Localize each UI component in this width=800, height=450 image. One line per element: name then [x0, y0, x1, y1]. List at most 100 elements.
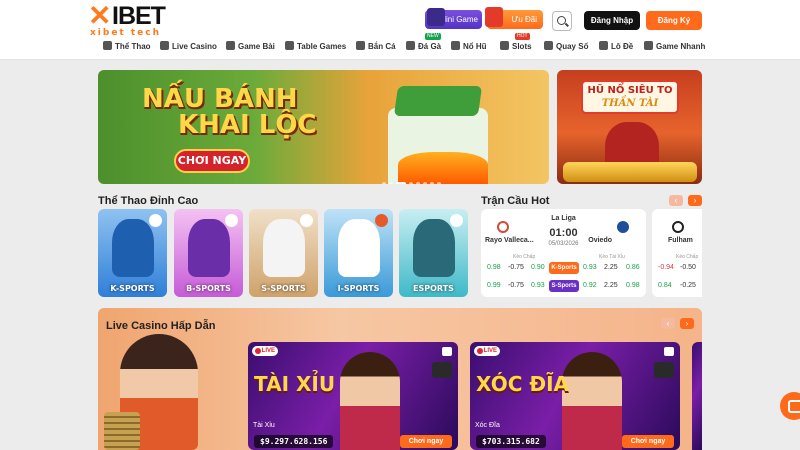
player-image [413, 219, 455, 277]
provider-icon [375, 214, 388, 227]
game-title: XÓC ĐĨA [476, 372, 570, 396]
match-card-partial[interactable]: Fulham Kèo Chấp -0.94 -0.50 0.84 -0.25 [652, 209, 702, 297]
logo-x-mark: ✕ [88, 0, 112, 31]
dealer-image [562, 352, 622, 450]
hot-matches-title: Trận Cầu Hot [481, 195, 550, 207]
game-name: Xóc Đĩa [475, 422, 500, 429]
logo-subtext: xibet tech [90, 28, 162, 38]
search-icon[interactable] [552, 11, 572, 31]
odds-value[interactable]: 0.90 [531, 264, 545, 271]
provider-logo-icon [432, 362, 452, 378]
promotions-label: Ưu Đãi [511, 15, 537, 24]
odds-value: 2.25 [604, 264, 618, 271]
side-banner-line2: THẦN TÀI [601, 98, 659, 109]
volume-icon[interactable] [442, 347, 452, 356]
match-card[interactable]: La Liga 01:00 05/03/2026 Rayo Valleca...… [481, 209, 646, 297]
odds-value: -0.25 [680, 282, 696, 289]
rooster-icon [406, 41, 415, 50]
play-now-button[interactable]: Chơi ngay [622, 435, 674, 448]
register-button[interactable]: Đăng Ký [646, 11, 702, 30]
live-indicator: LIVE [474, 346, 500, 356]
sport-card-b-sports[interactable]: B-SPORTS [174, 209, 243, 297]
sport-card-label: K-SPORTS [110, 284, 155, 293]
jackpot-amount: $9.297.628.156 [254, 435, 334, 448]
play-now-button[interactable]: Chơi ngay [400, 435, 452, 448]
nav-item-no-hu[interactable]: Nổ Hũ [451, 40, 487, 54]
handicap-header: Kèo Chấp [513, 254, 536, 260]
k-sports-provider-button[interactable]: K-Sports [549, 262, 579, 274]
game-card-tai-xiu[interactable]: LIVE TÀI XỈU Tài Xỉu $9.297.628.156 Chơi… [248, 342, 458, 450]
nav-item-da-ga[interactable]: Đá Gà [406, 40, 441, 54]
handicap-header: Kèo Chấp [676, 254, 699, 260]
side-promo-banner[interactable]: HŨ NỔ SIÊU TO THẦN TÀI [557, 70, 702, 184]
chat-support-icon[interactable] [780, 392, 800, 420]
odds-value[interactable]: 0.99 [487, 282, 501, 289]
match-league: La Liga [551, 215, 576, 222]
player-image [188, 219, 230, 277]
lotto-icon [599, 41, 608, 50]
jackpot-amount: $703.315.682 [476, 435, 546, 448]
odds-value[interactable]: 0.98 [626, 282, 640, 289]
carousel-dots[interactable] [382, 173, 444, 184]
login-button[interactable]: Đăng Nhập [584, 11, 640, 30]
casino-prev-arrow[interactable]: ‹ [661, 318, 675, 329]
sport-card-label: B-SPORTS [186, 284, 231, 293]
game-card-xoc-dia[interactable]: LIVE XÓC ĐĨA Xóc Đĩa $703.315.682 Chơi n… [470, 342, 680, 450]
nav-item-game-bai[interactable]: Game Bài [226, 40, 275, 54]
promotions-button[interactable]: Ưu Đãi [485, 7, 543, 29]
casino-icon [160, 41, 169, 50]
odds-value[interactable]: 0.92 [583, 282, 597, 289]
sport-card-k-sports[interactable]: K-SPORTS [98, 209, 167, 297]
nav-item-live-casino[interactable]: Live Casino [160, 40, 217, 54]
nav-item-ban-ca[interactable]: Bắn Cá [356, 40, 396, 54]
dealer-image [340, 352, 400, 450]
odds-value[interactable]: 0.98 [487, 264, 501, 271]
nav-item-game-nhanh[interactable]: Game Nhanh [644, 40, 705, 54]
nav-item-table-games[interactable]: Table Games [285, 40, 346, 54]
odds-value[interactable]: 0.86 [626, 264, 640, 271]
volume-icon[interactable] [664, 347, 674, 356]
sport-card-i-sports[interactable]: I-SPORTS [324, 209, 393, 297]
casino-chips-image [104, 412, 140, 450]
nav-item-the-thao[interactable]: Thể Thao [103, 40, 151, 54]
provider-icon [450, 214, 463, 227]
team-name: Fulham [668, 237, 693, 244]
table-icon [285, 41, 294, 50]
lottery-wheel-icon [544, 41, 553, 50]
gift-icon [485, 7, 503, 27]
cards-icon [226, 41, 235, 50]
mini-game-icon [427, 8, 445, 26]
nav-item-quay-so[interactable]: Quay Số [544, 40, 588, 54]
play-now-button[interactable]: CHƠI NGAY [174, 149, 250, 173]
top-header: ✕ IBET xibet tech Mini Game Ưu Đãi Đăng … [0, 0, 800, 60]
nav-item-slots[interactable]: Slots [500, 40, 532, 54]
sport-card-label: S-SPORTS [261, 284, 306, 293]
hot-badge: HOT [515, 33, 530, 40]
hot-prev-arrow[interactable]: ‹ [669, 195, 683, 206]
sport-card-s-sports[interactable]: S-SPORTS [249, 209, 318, 297]
sport-card-label: I-SPORTS [337, 284, 380, 293]
logo-text: IBET [112, 2, 166, 30]
nav-item-lo-de[interactable]: Lô Đề [599, 40, 633, 54]
soccer-icon [103, 41, 112, 50]
site-logo[interactable]: ✕ IBET xibet tech [88, 0, 178, 39]
s-sports-provider-button[interactable]: S-Sports [549, 280, 579, 292]
odds-value[interactable]: 0.93 [583, 264, 597, 271]
odds-value[interactable]: -0.94 [658, 264, 674, 271]
rocket-icon [644, 41, 653, 50]
hot-next-arrow[interactable]: › [688, 195, 702, 206]
odds-value[interactable]: 0.84 [658, 282, 672, 289]
game-title: TÀI XỈU [254, 372, 336, 396]
provider-icon [225, 214, 238, 227]
slots-icon [500, 41, 509, 50]
game-card-partial[interactable] [692, 342, 702, 450]
casino-next-arrow[interactable]: › [680, 318, 694, 329]
odds-value[interactable]: 0.93 [531, 282, 545, 289]
main-promo-banner[interactable]: NẤU BÁNH KHAI LỘC CHƠI NGAY [98, 70, 549, 184]
home-team-name: Rayo Valleca... [485, 237, 534, 244]
over-under-header: Kèo Tài Xỉu [599, 254, 625, 260]
mini-game-button[interactable]: Mini Game [425, 8, 482, 29]
player-image [263, 219, 305, 277]
odds-value: -0.75 [508, 264, 524, 271]
sport-card-esports[interactable]: ESPORTS [399, 209, 468, 297]
